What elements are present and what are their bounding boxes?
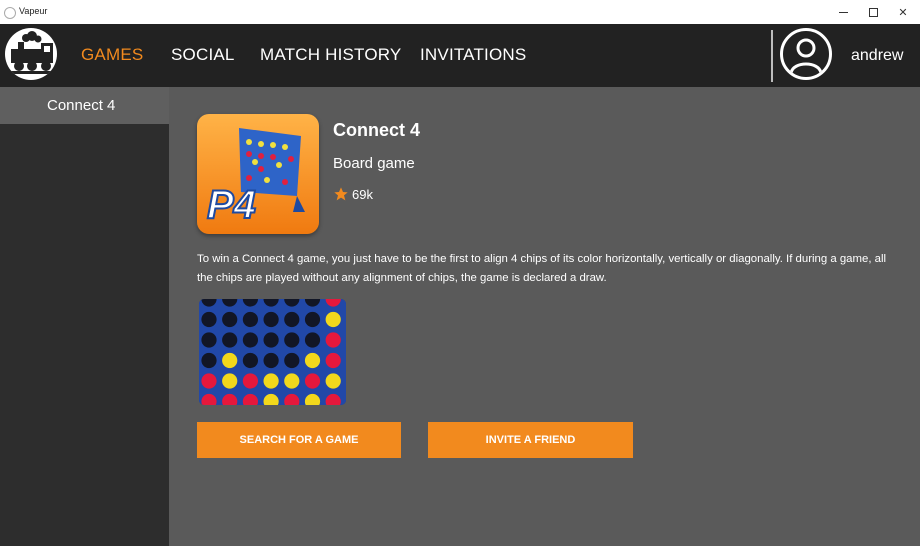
star-icon (334, 187, 348, 201)
username-label[interactable]: andrew (851, 47, 903, 65)
nav-divider (771, 30, 773, 82)
game-details-panel: P4 Connect 4 Board game 69k To win a Con… (169, 87, 920, 546)
train-logo-icon[interactable] (5, 28, 57, 80)
rating-count: 69k (352, 186, 373, 202)
close-icon: ✕ (898, 6, 908, 19)
game-screenshot (199, 299, 346, 405)
invite-friend-button[interactable]: INVITE A FRIEND (428, 422, 633, 458)
games-sidebar: Connect 4 (0, 87, 169, 546)
app-icon (4, 7, 16, 19)
sidebar-item-label: Connect 4 (47, 97, 116, 114)
window-titlebar: Vapeur ✕ (0, 0, 920, 24)
window-title: Vapeur (19, 6, 48, 16)
game-icon: P4 (197, 114, 319, 234)
close-button[interactable]: ✕ (888, 0, 918, 24)
search-game-button[interactable]: SEARCH FOR A GAME (197, 422, 401, 458)
nav-tab-games[interactable]: GAMES (81, 45, 143, 65)
nav-tab-invitations[interactable]: INVITATIONS (420, 45, 526, 65)
game-icon-text: P4 (207, 183, 256, 227)
user-avatar-icon[interactable] (780, 28, 832, 80)
maximize-button[interactable] (858, 0, 888, 24)
minimize-button[interactable] (828, 0, 858, 24)
top-navbar: GAMES SOCIAL MATCH HISTORY INVITATIONS a… (0, 24, 920, 87)
maximize-icon (868, 7, 878, 17)
nav-tab-match-history[interactable]: MATCH HISTORY (260, 45, 401, 65)
game-category: Board game (333, 155, 415, 172)
game-rating: 69k (333, 185, 373, 203)
game-description: To win a Connect 4 game, you just have t… (197, 253, 887, 284)
minimize-icon (838, 11, 848, 13)
sidebar-item-connect-4[interactable]: Connect 4 (0, 87, 169, 124)
game-title: Connect 4 (333, 120, 421, 140)
nav-tab-social[interactable]: SOCIAL (171, 45, 235, 65)
